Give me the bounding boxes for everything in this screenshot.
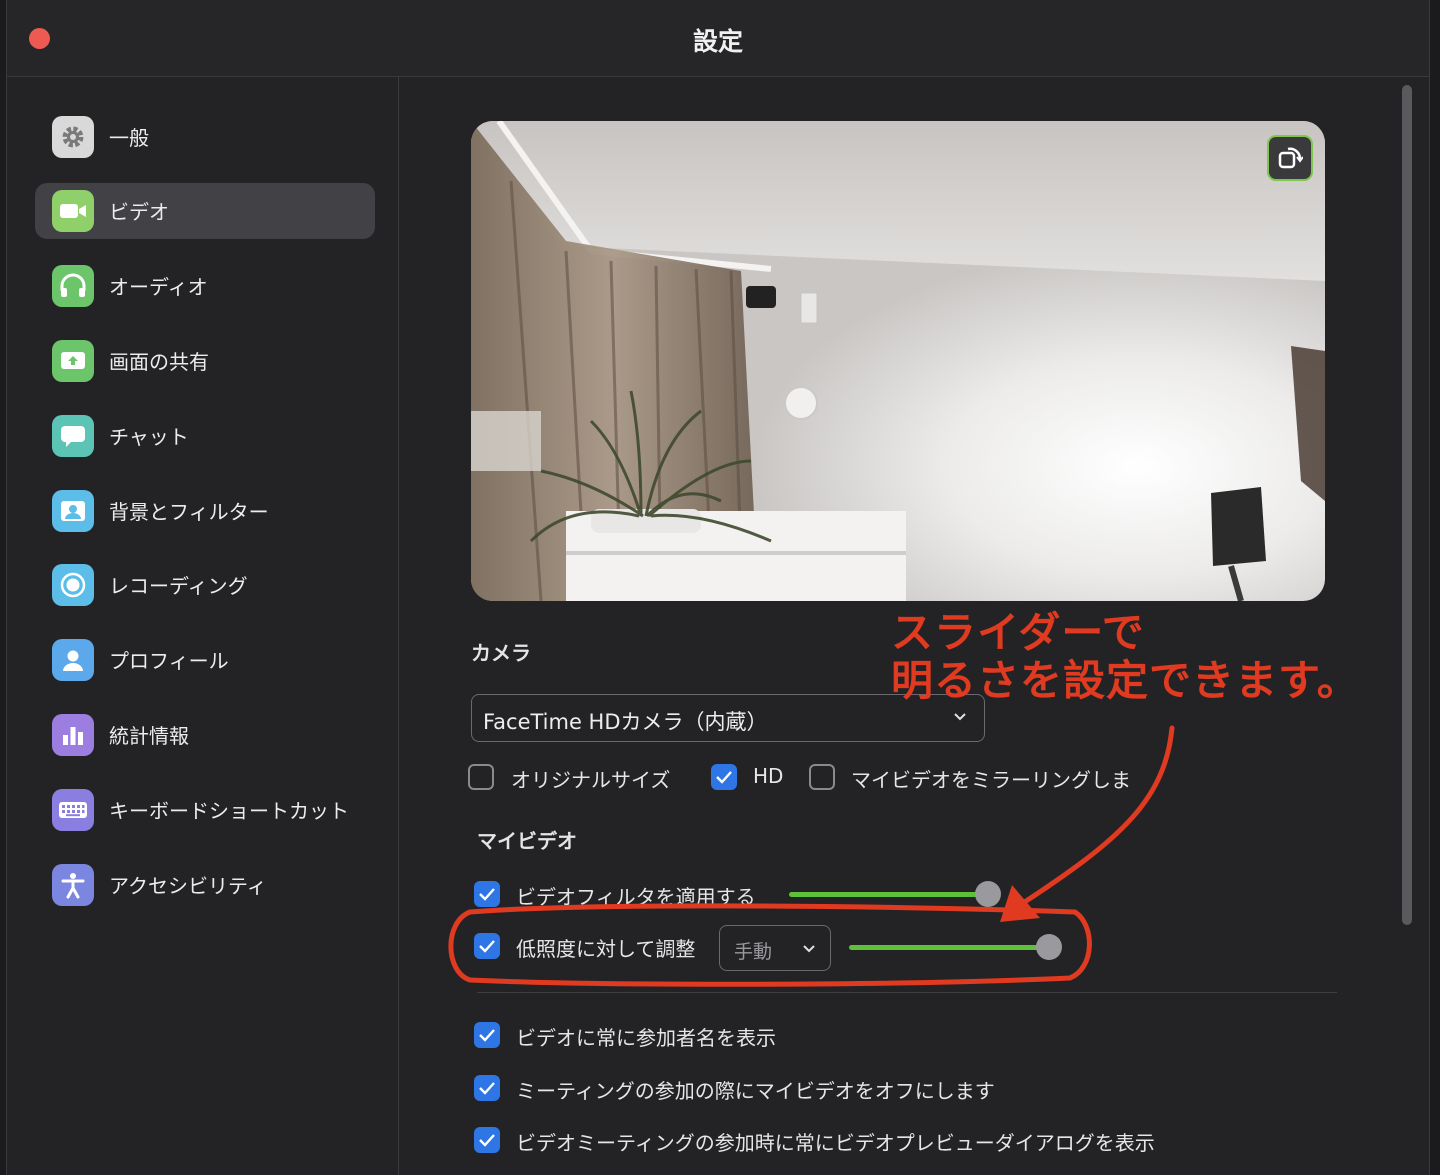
filter-slider-track[interactable] <box>789 892 989 897</box>
always-show-names-checkbox[interactable] <box>474 1022 500 1048</box>
check-icon <box>479 888 495 901</box>
sidebar-item-label: ビデオ <box>109 200 169 224</box>
always-show-names-label: ビデオに常に参加者名を表示 <box>516 1026 776 1050</box>
sidebar-item-label: 統計情報 <box>109 724 189 748</box>
check-icon <box>479 1082 495 1095</box>
low-light-label: 低照度に対して調整 <box>516 937 696 961</box>
video-camera-icon <box>52 190 94 232</box>
sidebar-item-profile[interactable]: プロフィール <box>35 632 375 688</box>
sidebar-item-label: オーディオ <box>109 275 208 299</box>
apply-filter-label: ビデオフィルタを適用する <box>516 885 756 909</box>
sidebar-item-background-filters[interactable]: 背景とフィルター <box>35 483 375 539</box>
video-off-on-join-checkbox[interactable] <box>474 1075 500 1101</box>
show-preview-dialog-label: ビデオミーティングの参加時に常にビデオプレビューダイアログを表示 <box>516 1131 1155 1155</box>
annotation-line-2: 明るさを設定できます。 <box>891 656 1360 705</box>
check-icon <box>479 940 495 953</box>
accessibility-icon <box>52 864 94 906</box>
camera-device-value: FaceTime HDカメラ（内蔵） <box>483 710 768 734</box>
low-light-mode-select[interactable]: 手動 <box>719 925 831 971</box>
sidebar-item-keyboard-shortcuts[interactable]: キーボードショートカット <box>35 782 375 838</box>
rotate-icon <box>1278 147 1303 169</box>
annotation-text: スライダーで 明るさを設定できます。 <box>891 609 1360 705</box>
my-video-section-label: マイビデオ <box>477 829 577 853</box>
low-light-checkbox[interactable] <box>474 933 500 959</box>
title-bar: 設定 <box>7 0 1429 77</box>
settings-window: 設定 一般 ビデオ オーディオ 画面の共有 チャット 背景とフィルター レコーデ… <box>6 0 1430 1175</box>
keyboard-icon <box>52 789 94 831</box>
original-size-label: オリジナルサイズ <box>511 768 671 792</box>
sidebar-item-label: キーボードショートカット <box>109 799 349 823</box>
chevron-down-icon <box>803 945 815 953</box>
bar-chart-icon <box>52 714 94 756</box>
sidebar-item-general[interactable]: 一般 <box>35 109 375 165</box>
show-preview-dialog-checkbox[interactable] <box>474 1127 500 1153</box>
sidebar-item-label: アクセシビリティ <box>109 874 267 898</box>
sidebar-item-statistics[interactable]: 統計情報 <box>35 707 375 763</box>
record-icon <box>52 564 94 606</box>
sidebar-item-chat[interactable]: チャット <box>35 408 375 464</box>
background-person-icon <box>52 490 94 532</box>
hd-checkbox[interactable] <box>711 764 737 790</box>
sidebar-item-label: 背景とフィルター <box>109 500 269 524</box>
sidebar-item-label: プロフィール <box>109 649 229 673</box>
check-icon <box>479 1134 495 1147</box>
camera-section-label: カメラ <box>471 641 531 665</box>
camera-preview-image <box>471 121 1325 601</box>
sidebar-item-video[interactable]: ビデオ <box>35 183 375 239</box>
settings-sidebar: 一般 ビデオ オーディオ 画面の共有 チャット 背景とフィルター レコーディング… <box>7 77 399 1175</box>
low-light-slider-track[interactable] <box>849 945 1049 950</box>
video-off-on-join-label: ミーティングの参加の際にマイビデオをオフにします <box>516 1079 995 1103</box>
sidebar-item-audio[interactable]: オーディオ <box>35 258 375 314</box>
sidebar-item-label: チャット <box>109 425 189 449</box>
profile-icon <box>52 639 94 681</box>
sidebar-item-recording[interactable]: レコーディング <box>35 557 375 613</box>
headphones-icon <box>52 265 94 307</box>
sidebar-item-label: 一般 <box>109 126 149 150</box>
check-icon <box>479 1029 495 1042</box>
chevron-down-icon <box>954 713 966 721</box>
window-title: 設定 <box>692 27 743 56</box>
scrollbar-thumb[interactable] <box>1402 85 1412 925</box>
sidebar-item-label: レコーディング <box>109 574 248 598</box>
section-divider <box>477 992 1337 993</box>
sidebar-item-accessibility[interactable]: アクセシビリティ <box>35 857 375 913</box>
sidebar-item-share-screen[interactable]: 画面の共有 <box>35 333 375 389</box>
gear-icon <box>52 116 94 158</box>
rotate-camera-button[interactable] <box>1267 135 1313 181</box>
mirror-video-label: マイビデオをミラーリングしま <box>851 768 1131 792</box>
original-size-checkbox[interactable] <box>468 764 494 790</box>
share-screen-icon <box>52 340 94 382</box>
low-light-slider-knob[interactable] <box>1036 934 1062 960</box>
annotation-line-1: スライダーで <box>891 608 1145 657</box>
check-icon <box>716 771 732 784</box>
filter-slider-knob[interactable] <box>975 881 1001 907</box>
apply-filter-checkbox[interactable] <box>474 881 500 907</box>
hd-label: HD <box>753 764 784 788</box>
low-light-mode-value: 手動 <box>734 941 773 963</box>
scrollbar[interactable] <box>1399 85 1413 1165</box>
camera-preview <box>471 121 1325 601</box>
video-settings-panel: カメラ FaceTime HDカメラ（内蔵） オリジナルサイズ HD マイビデオ… <box>399 77 1429 1175</box>
chat-bubble-icon <box>52 415 94 457</box>
mirror-video-checkbox[interactable] <box>809 764 835 790</box>
sidebar-item-label: 画面の共有 <box>109 350 209 374</box>
